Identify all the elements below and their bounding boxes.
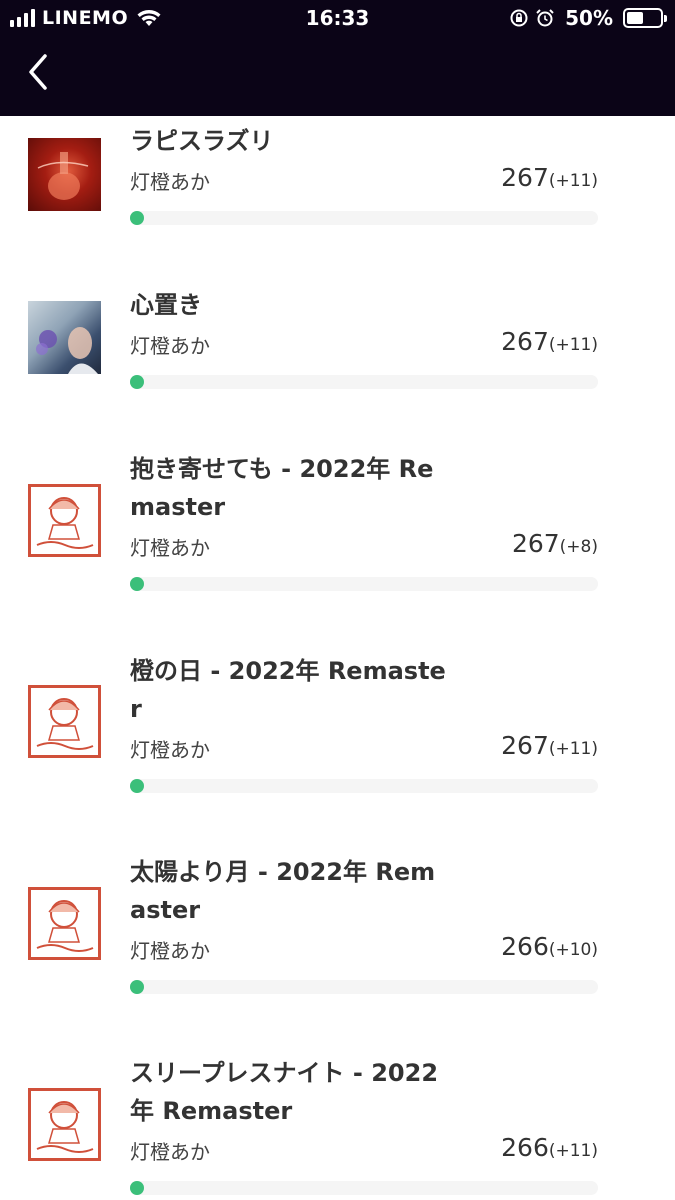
album-art bbox=[28, 138, 101, 211]
track-title: 橙の日 - 2022年 Remaster bbox=[130, 657, 446, 723]
progress-fill bbox=[130, 1181, 144, 1195]
alarm-icon bbox=[536, 9, 554, 27]
progress-bar bbox=[130, 779, 598, 793]
battery-level bbox=[627, 12, 643, 24]
app-header: LINEMO 16:33 50% bbox=[0, 0, 675, 116]
album-art bbox=[28, 1088, 101, 1161]
count-delta: (+11) bbox=[548, 171, 598, 191]
track-title: 心置き bbox=[130, 291, 202, 319]
battery-percent: 50% bbox=[565, 6, 613, 30]
count-delta: (+11) bbox=[548, 1141, 598, 1161]
count-delta: (+8) bbox=[559, 537, 598, 557]
album-art bbox=[28, 887, 101, 960]
progress-fill bbox=[130, 375, 144, 389]
count-value: 266 bbox=[501, 1133, 549, 1162]
album-art bbox=[28, 685, 101, 758]
track-title: スリープレスナイト - 2022年 Remaster bbox=[130, 1059, 439, 1125]
count-value: 267 bbox=[501, 731, 549, 760]
play-count: 266(+10) bbox=[501, 932, 598, 961]
track-title: ラピスラズリ bbox=[130, 127, 274, 155]
progress-bar bbox=[130, 375, 598, 389]
track-list: ラピスラズリ 灯橙あか 267(+11) 心置き 灯橙あか 267(+11) 抱… bbox=[0, 116, 675, 1200]
rotation-lock-icon bbox=[510, 9, 528, 27]
progress-fill bbox=[130, 211, 144, 225]
track-artist: 灯橙あか bbox=[130, 738, 210, 762]
track-title: 太陽より月 - 2022年 Remaster bbox=[130, 858, 436, 924]
count-value: 267 bbox=[501, 327, 549, 356]
progress-bar bbox=[130, 211, 598, 225]
play-count: 266(+11) bbox=[501, 1133, 598, 1162]
album-art bbox=[28, 301, 101, 374]
progress-fill bbox=[130, 980, 144, 994]
count-delta: (+10) bbox=[548, 940, 598, 960]
battery-icon bbox=[623, 8, 667, 28]
count-value: 267 bbox=[511, 529, 560, 558]
progress-bar bbox=[130, 1181, 598, 1195]
track-artist: 灯橙あか bbox=[130, 939, 210, 963]
track-artist: 灯橙あか bbox=[130, 1140, 210, 1164]
track-artist: 灯橙あか bbox=[130, 334, 210, 358]
track-artist: 灯橙あか bbox=[130, 536, 210, 560]
count-value: 267 bbox=[501, 163, 549, 192]
chevron-left-icon bbox=[29, 54, 47, 90]
play-count: 267(+8) bbox=[512, 529, 598, 558]
count-delta: (+11) bbox=[548, 739, 598, 759]
back-button[interactable] bbox=[16, 50, 60, 94]
progress-fill bbox=[130, 779, 144, 793]
play-count: 267(+11) bbox=[501, 327, 598, 356]
status-bar: LINEMO 16:33 50% bbox=[0, 0, 675, 38]
play-count: 267(+11) bbox=[501, 731, 598, 760]
count-value: 266 bbox=[501, 932, 549, 961]
play-count: 267(+11) bbox=[501, 163, 598, 192]
progress-fill bbox=[130, 577, 144, 591]
progress-bar bbox=[130, 577, 598, 591]
status-right: 50% bbox=[509, 6, 667, 30]
track-title: 抱き寄せても - 2022年 Remaster bbox=[130, 455, 434, 521]
progress-bar bbox=[130, 980, 598, 994]
track-artist: 灯橙あか bbox=[130, 170, 210, 194]
count-delta: (+11) bbox=[548, 335, 598, 355]
album-art bbox=[28, 484, 101, 557]
